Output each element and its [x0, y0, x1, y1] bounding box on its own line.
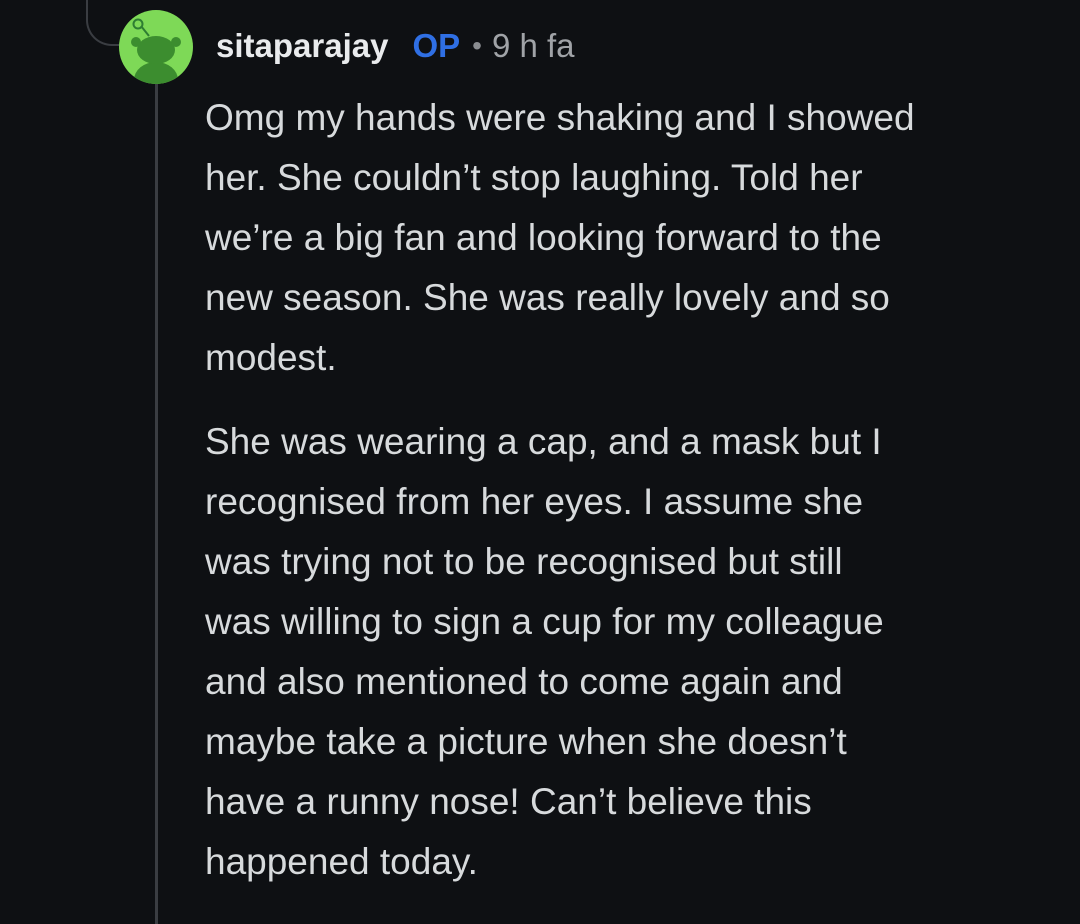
comment-text-line: and also mentioned to come again and — [205, 661, 843, 702]
comment-text-line: her. She couldn’t stop laughing. Told he… — [205, 157, 863, 198]
comment-timestamp: 9 h fa — [491, 27, 575, 64]
comment-text-line: was trying not to be recognised but stil… — [205, 541, 843, 582]
comment-body: Omg my hands were shaking and I showed h… — [205, 88, 1045, 892]
comment-text-line: Omg my hands were shaking and I showed — [205, 97, 915, 138]
comment-text-line: new season. She was really lovely and so — [205, 277, 890, 318]
comment-text-line: was willing to sign a cup for my colleag… — [205, 601, 884, 642]
reddit-snoo-avatar-icon — [131, 18, 181, 84]
comment-paragraph: She was wearing a cap, and a mask but I … — [205, 412, 1045, 892]
op-badge: OP — [412, 27, 461, 64]
thread-line[interactable] — [155, 84, 158, 924]
comment-text-line: recognised from her eyes. I assume she — [205, 481, 864, 522]
username-link[interactable]: sitaparajay — [216, 27, 388, 65]
comment-paragraph: Omg my hands were shaking and I showed h… — [205, 88, 1045, 388]
comment-text-line: modest. — [205, 337, 337, 378]
comment-text-line: have a runny nose! Can’t believe this — [205, 781, 812, 822]
comment-text-line: we’re a big fan and looking forward to t… — [205, 217, 882, 258]
comment-text-line: maybe take a picture when she doesn’t — [205, 721, 847, 762]
comment-text-line: happened today. — [205, 841, 478, 882]
comment-text-line: She was wearing a cap, and a mask but I — [205, 421, 882, 462]
separator-dot: • — [472, 30, 482, 61]
comment-header: sitaparajay OP • 9 h fa — [216, 24, 575, 68]
avatar[interactable] — [119, 10, 193, 84]
